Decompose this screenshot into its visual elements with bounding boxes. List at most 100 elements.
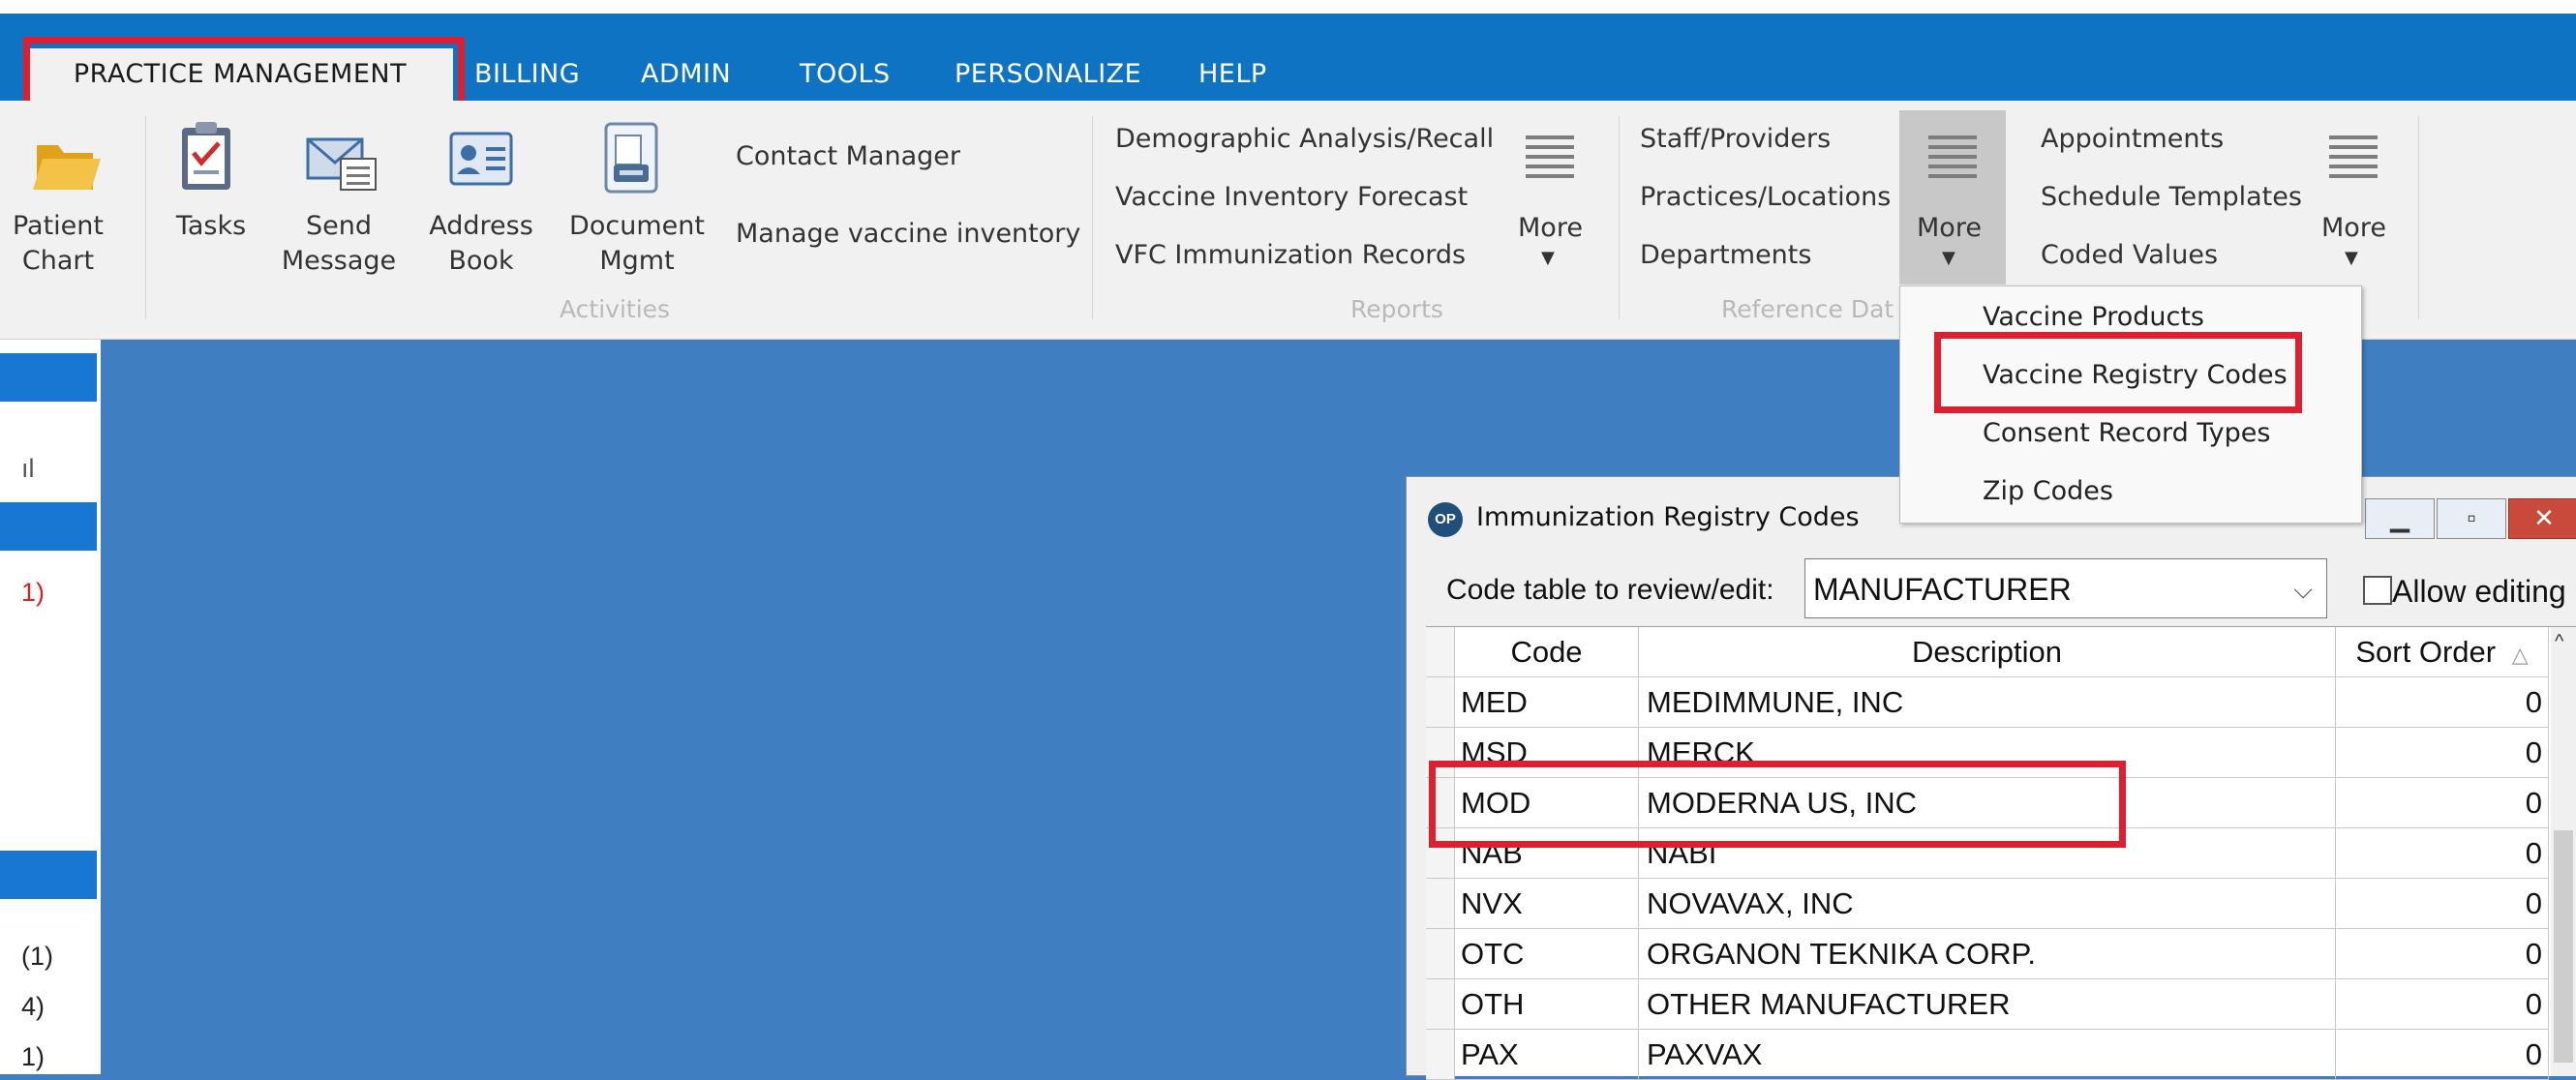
demographic-analysis-link[interactable]: Demographic Analysis/Recall bbox=[1115, 124, 1494, 154]
row-selector[interactable] bbox=[1426, 1030, 1455, 1079]
scroll-up-icon[interactable]: ^ bbox=[2555, 631, 2563, 653]
send-message-label-2: Message bbox=[281, 246, 397, 276]
tab-personalize[interactable]: PERSONALIZE bbox=[955, 52, 1141, 97]
coded-values-link[interactable]: Coded Values bbox=[2041, 240, 2218, 270]
row-selector[interactable] bbox=[1426, 677, 1455, 727]
more-list-icon[interactable] bbox=[2329, 135, 2378, 186]
ribbon-separator bbox=[2418, 116, 2419, 319]
appointments-link[interactable]: Appointments bbox=[2041, 124, 2224, 154]
table-row[interactable]: OTC ORGANON TEKNIKA CORP. 0 bbox=[1426, 929, 2549, 979]
chevron-down-icon: ⌵ bbox=[2293, 575, 2313, 604]
scrollbar-thumb[interactable] bbox=[2554, 830, 2573, 1063]
column-header-code[interactable]: Code bbox=[1455, 627, 1639, 677]
tab-billing[interactable]: BILLING bbox=[474, 52, 580, 97]
sort-order-cell[interactable]: 0 bbox=[2336, 979, 2549, 1029]
vaccine-inventory-forecast-link[interactable]: Vaccine Inventory Forecast bbox=[1115, 182, 1468, 212]
code-table-label: Code table to review/edit: bbox=[1446, 574, 1774, 606]
allow-editing-label[interactable]: Allow editing bbox=[2392, 574, 2566, 610]
reference-more-label[interactable]: More bbox=[1917, 213, 1982, 243]
description-cell[interactable]: NOVAVAX, INC bbox=[1639, 879, 2336, 928]
tab-admin[interactable]: ADMIN bbox=[641, 52, 731, 97]
highlight-box bbox=[1934, 332, 2302, 413]
tab-help[interactable]: HELP bbox=[1198, 52, 1267, 97]
sort-order-cell[interactable]: 0 bbox=[2336, 677, 2549, 727]
code-cell[interactable]: PAX bbox=[1455, 1030, 1639, 1079]
row-selector[interactable] bbox=[1426, 979, 1455, 1029]
allow-editing-checkbox[interactable] bbox=[2363, 576, 2392, 605]
table-row[interactable]: MED MEDIMMUNE, INC 0 bbox=[1426, 677, 2549, 728]
left-panel-header[interactable] bbox=[0, 851, 97, 899]
highlight-box bbox=[1429, 761, 2126, 848]
menu-item-zip-codes[interactable]: Zip Codes bbox=[1983, 476, 2113, 506]
description-cell[interactable]: OTHER MANUFACTURER bbox=[1639, 979, 2336, 1029]
left-panel-header[interactable] bbox=[0, 353, 97, 402]
left-panel-count[interactable]: 1) bbox=[21, 1042, 45, 1072]
vertical-scrollbar[interactable]: ^ bbox=[2551, 627, 2576, 1076]
sort-order-cell[interactable]: 0 bbox=[2336, 828, 2549, 878]
clipboard-icon[interactable] bbox=[174, 118, 238, 195]
sort-order-cell[interactable]: 0 bbox=[2336, 879, 2549, 928]
sort-order-cell[interactable]: 0 bbox=[2336, 1030, 2549, 1079]
table-row[interactable]: OTH OTHER MANUFACTURER 0 bbox=[1426, 979, 2549, 1030]
left-panel-count[interactable]: (1) bbox=[21, 942, 53, 972]
code-table-value: MANUFACTURER bbox=[1813, 572, 2072, 607]
send-message-button[interactable]: Send Message bbox=[271, 209, 407, 279]
document-mgmt-button[interactable]: Document Mgmt bbox=[561, 209, 712, 279]
patient-chart-button[interactable]: Patient Chart bbox=[0, 209, 116, 279]
document-mgmt-label-2: Mgmt bbox=[599, 246, 675, 276]
address-book-button[interactable]: Address Book bbox=[416, 209, 546, 279]
window-title: Immunization Registry Codes bbox=[1476, 502, 1860, 532]
more-list-icon[interactable] bbox=[1928, 135, 1977, 186]
sort-order-cell[interactable]: 0 bbox=[2336, 728, 2549, 777]
reports-more-button[interactable]: More bbox=[1518, 213, 1583, 243]
code-cell[interactable]: OTH bbox=[1455, 979, 1639, 1029]
maximize-button[interactable]: ▫ bbox=[2437, 498, 2506, 539]
description-cell[interactable]: ORGANON TEKNIKA CORP. bbox=[1639, 929, 2336, 978]
minimize-button[interactable]: ▁ bbox=[2365, 498, 2435, 539]
app-logo-icon: OP bbox=[1428, 502, 1463, 537]
row-selector[interactable] bbox=[1426, 929, 1455, 978]
manage-vaccine-inventory-link[interactable]: Manage vaccine inventory bbox=[736, 219, 1080, 249]
sort-order-cell[interactable]: 0 bbox=[2336, 778, 2549, 827]
left-panel-count[interactable]: 1) bbox=[21, 578, 45, 608]
description-cell[interactable]: MEDIMMUNE, INC bbox=[1639, 677, 2336, 727]
code-cell[interactable]: OTC bbox=[1455, 929, 1639, 978]
practices-locations-link[interactable]: Practices/Locations bbox=[1640, 182, 1891, 212]
code-table-select[interactable]: MANUFACTURER ⌵ bbox=[1804, 558, 2327, 618]
sort-order-label: Sort Order bbox=[2355, 635, 2497, 669]
ribbon-separator bbox=[1092, 116, 1093, 319]
send-message-label-1: Send bbox=[305, 211, 372, 241]
code-cell[interactable]: MED bbox=[1455, 677, 1639, 727]
code-cell[interactable]: NVX bbox=[1455, 879, 1639, 928]
send-message-icon[interactable] bbox=[302, 128, 381, 195]
tasks-button[interactable]: Tasks bbox=[165, 209, 258, 244]
column-header-description[interactable]: Description bbox=[1639, 627, 2336, 677]
patient-chart-label-2: Chart bbox=[21, 246, 95, 276]
left-panel-header[interactable] bbox=[0, 502, 97, 551]
column-header-sort-order[interactable]: Sort Order △ bbox=[2336, 627, 2549, 677]
description-cell[interactable]: PAXVAX bbox=[1639, 1030, 2336, 1079]
tab-tools[interactable]: TOOLS bbox=[800, 52, 891, 97]
document-icon[interactable] bbox=[600, 120, 662, 197]
row-selector[interactable] bbox=[1426, 879, 1455, 928]
schedule-templates-link[interactable]: Schedule Templates bbox=[2041, 182, 2302, 212]
scheduling-more-button[interactable]: More bbox=[2321, 213, 2386, 243]
staff-providers-link[interactable]: Staff/Providers bbox=[1640, 124, 1831, 154]
table-row[interactable]: PAX PAXVAX 0 bbox=[1426, 1030, 2549, 1080]
ribbon-separator bbox=[1619, 116, 1620, 319]
folder-icon[interactable] bbox=[29, 126, 103, 199]
document-mgmt-label-1: Document bbox=[569, 211, 705, 241]
menu-item-vaccine-products[interactable]: Vaccine Products bbox=[1983, 302, 2204, 332]
sort-order-cell[interactable]: 0 bbox=[2336, 929, 2549, 978]
codes-table: Code Description Sort Order △ MED MEDIMM… bbox=[1426, 626, 2576, 1080]
top-strip bbox=[0, 0, 2576, 14]
vfc-immunization-records-link[interactable]: VFC Immunization Records bbox=[1115, 240, 1466, 270]
contact-manager-link[interactable]: Contact Manager bbox=[736, 141, 960, 171]
address-book-icon[interactable] bbox=[445, 126, 519, 194]
left-panel-count[interactable]: 4) bbox=[21, 992, 45, 1022]
close-button[interactable]: ✕ bbox=[2508, 498, 2576, 539]
table-row[interactable]: NVX NOVAVAX, INC 0 bbox=[1426, 879, 2549, 929]
menu-item-consent-record-types[interactable]: Consent Record Types bbox=[1983, 418, 2270, 448]
more-list-icon[interactable] bbox=[1526, 135, 1574, 186]
departments-link[interactable]: Departments bbox=[1640, 240, 1811, 270]
